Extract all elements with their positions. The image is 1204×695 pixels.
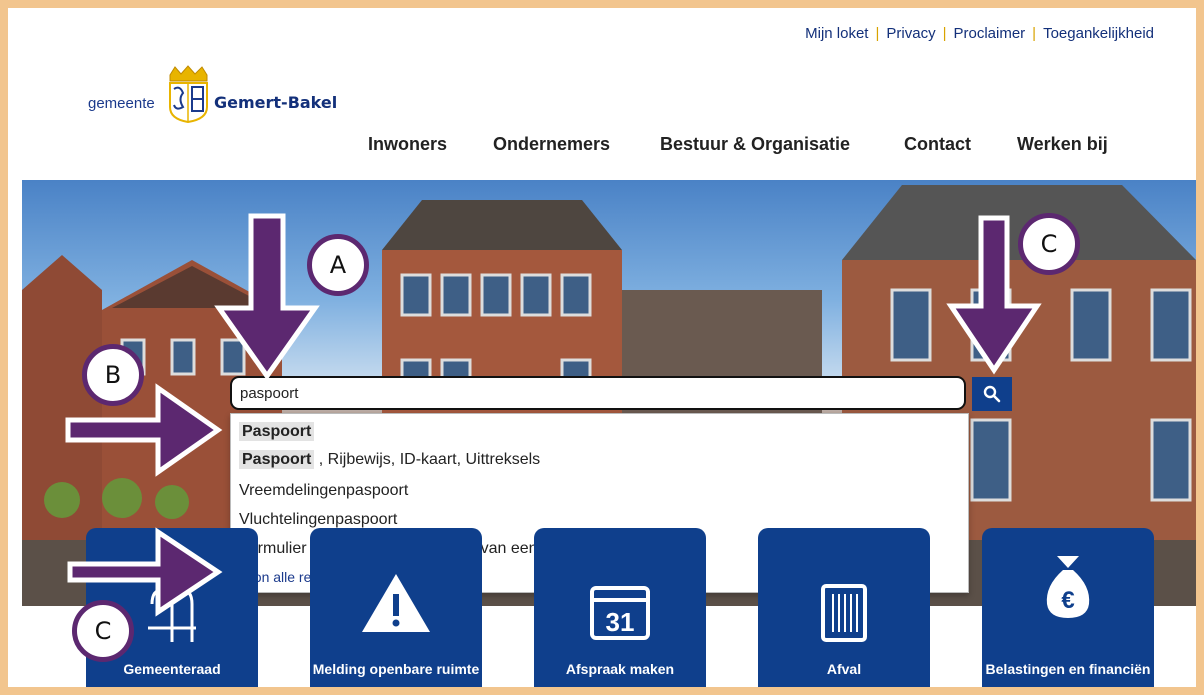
annotation-marker-c-top: C: [1018, 213, 1080, 275]
annotation-marker-a: A: [307, 234, 369, 296]
annotation-arrows: [65, 213, 1042, 617]
annotation-marker-c-bottom: C: [72, 600, 134, 662]
annotation-marker-b: B: [82, 344, 144, 406]
arrow-b: [65, 383, 223, 477]
page-frame: Mijn loket | Privacy | Proclaimer | Toegankeli…: [8, 8, 1196, 687]
arrow-c-bottom: [67, 527, 223, 617]
arrow-a: [214, 213, 320, 381]
